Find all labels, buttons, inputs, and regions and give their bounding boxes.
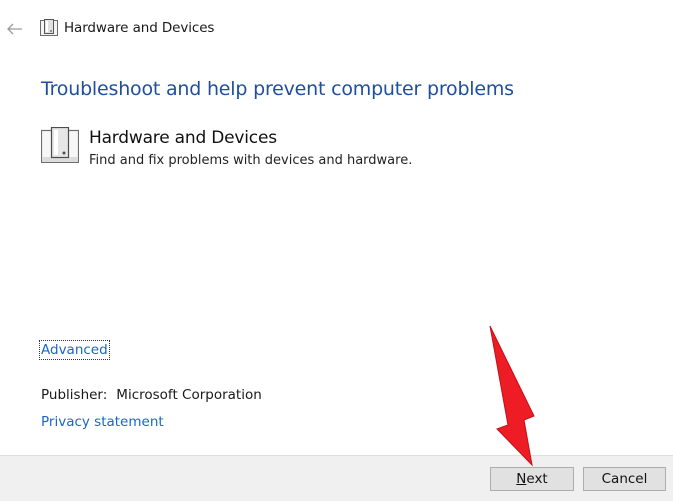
troubleshooter-description: Find and fix problems with devices and h… bbox=[89, 153, 413, 168]
footer-bar: Next Cancel bbox=[0, 455, 673, 501]
window-title: Hardware and Devices bbox=[64, 20, 215, 36]
next-label: ext bbox=[526, 471, 548, 487]
cancel-label: Cancel bbox=[601, 471, 648, 487]
back-button[interactable] bbox=[4, 18, 26, 40]
advanced-link[interactable]: Advanced bbox=[39, 340, 110, 360]
annotation-arrow-icon bbox=[489, 325, 535, 467]
cancel-button[interactable]: Cancel bbox=[583, 467, 666, 491]
title-bar: Hardware and Devices bbox=[0, 0, 673, 56]
hardware-devices-icon bbox=[40, 19, 58, 36]
publisher-value: Microsoft Corporation bbox=[116, 387, 262, 403]
next-accelerator: N bbox=[516, 471, 527, 487]
back-arrow-icon bbox=[7, 23, 22, 35]
publisher-label: Publisher: bbox=[41, 387, 108, 403]
page-heading: Troubleshoot and help prevent computer p… bbox=[41, 78, 514, 100]
privacy-statement-link[interactable]: Privacy statement bbox=[41, 414, 164, 430]
hardware-devices-icon bbox=[41, 127, 79, 163]
next-button[interactable]: Next bbox=[490, 467, 574, 491]
publisher-info: Publisher: Microsoft Corporation bbox=[41, 387, 262, 403]
troubleshooter-title: Hardware and Devices bbox=[89, 128, 277, 148]
